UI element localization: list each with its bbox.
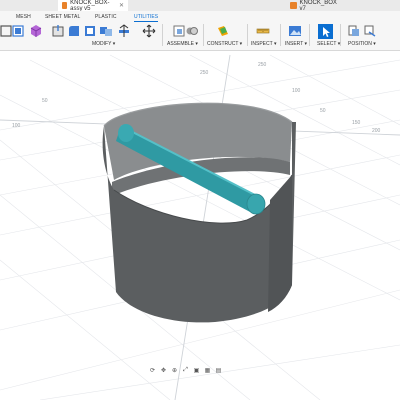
assemble-menu[interactable]: ASSEMBLE ▾ (167, 41, 198, 47)
new-component-icon[interactable] (172, 24, 186, 38)
press-pull-icon[interactable] (51, 24, 65, 38)
axis-label: 200 (372, 128, 381, 134)
insert-menu[interactable]: INSERT ▾ (285, 41, 307, 47)
bar-end-back (118, 124, 134, 142)
fillet-icon[interactable] (67, 24, 81, 38)
viewports-icon[interactable]: ▤ (214, 366, 223, 375)
box-icon[interactable] (29, 24, 43, 38)
axis-label: 50 (320, 108, 326, 114)
move-icon[interactable] (142, 24, 156, 38)
tab-utilities[interactable]: UTILITIES (134, 14, 159, 22)
position-icon[interactable] (347, 24, 361, 38)
axis-label: 250 (200, 70, 209, 76)
offset-plane-icon[interactable] (216, 24, 230, 38)
close-icon[interactable]: ✕ (119, 2, 124, 9)
combine-icon[interactable] (99, 24, 113, 38)
separator (280, 24, 281, 46)
select-icon[interactable] (318, 24, 333, 39)
axis-label: 250 (258, 62, 267, 68)
grid-icon[interactable]: ▦ (203, 366, 212, 375)
axis-label: 150 (352, 120, 361, 126)
position-menu[interactable]: POSITION ▾ (348, 41, 376, 47)
document-tab-strip: KNOCK_BOX-assy v5 ✕ KNOCK_BOX v7 (0, 0, 400, 12)
tab-knock-box-assy[interactable]: KNOCK_BOX-assy v5 ✕ (58, 0, 128, 12)
shell-icon[interactable] (83, 24, 97, 38)
align-icon[interactable] (117, 24, 131, 38)
capture-position-icon[interactable] (363, 24, 377, 38)
separator (162, 24, 163, 46)
pan-icon[interactable]: ✥ (159, 366, 168, 375)
fit-icon[interactable]: ⤢ (181, 366, 190, 375)
tab-knock-box[interactable]: KNOCK_BOX v7 (286, 0, 346, 12)
inspect-menu[interactable]: INSPECT ▾ (251, 41, 276, 47)
joint-icon[interactable] (185, 24, 199, 38)
separator (309, 24, 310, 46)
tab-label: KNOCK_BOX-assy v5 (70, 0, 110, 12)
axis-label: 100 (12, 123, 21, 129)
document-icon (62, 2, 68, 9)
bar-end-front (246, 193, 266, 215)
measure-icon[interactable] (256, 24, 270, 38)
display-icon[interactable]: ▣ (192, 366, 201, 375)
tab-label: KNOCK_BOX v7 (299, 0, 337, 12)
zoom-icon[interactable]: ⊕ (170, 366, 179, 375)
document-icon (290, 2, 297, 9)
select-menu[interactable]: SELECT ▾ (317, 41, 340, 47)
insert-image-icon[interactable] (288, 24, 302, 38)
axis-label: 50 (42, 98, 48, 104)
tab-plastic[interactable]: PLASTIC (95, 14, 117, 20)
tab-sheet-metal[interactable]: SHEET METAL (45, 14, 80, 20)
orbit-icon[interactable]: ⟳ (148, 366, 157, 375)
navigation-bar: ⟳ ✥ ⊕ ⤢ ▣ ▦ ▤ (148, 365, 252, 376)
component-icon[interactable] (11, 24, 25, 38)
box-side-shade (268, 175, 292, 312)
construct-menu[interactable]: CONSTRUCT ▾ (207, 41, 242, 47)
tab-mesh[interactable]: MESH (16, 14, 31, 20)
separator (247, 24, 248, 46)
modify-menu[interactable]: MODIFY ▾ (92, 41, 115, 47)
separator (203, 24, 204, 46)
axis-label: 100 (292, 88, 301, 94)
3d-viewport[interactable]: 250 250 50 100 100 50 150 200 (0, 51, 400, 400)
